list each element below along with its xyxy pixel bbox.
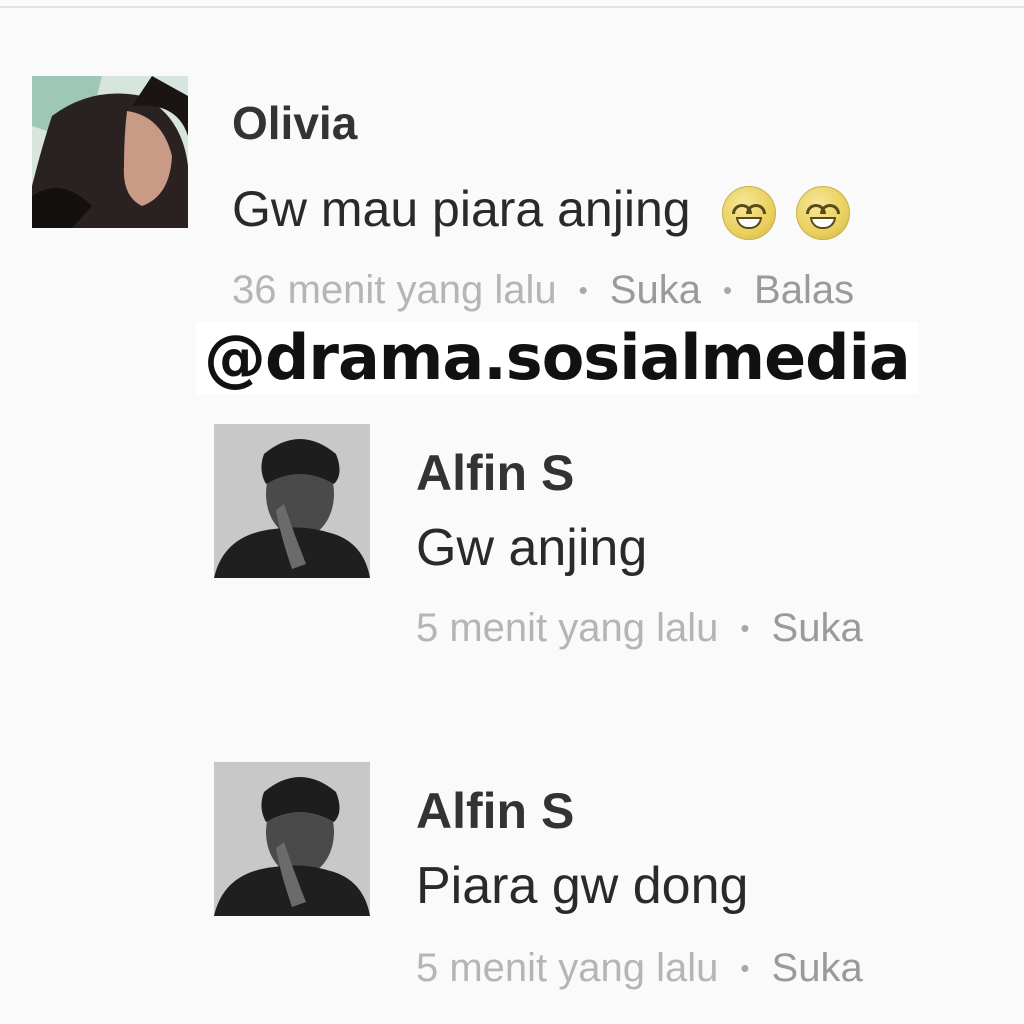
watermark-text: @drama.sosialmedia xyxy=(196,322,918,394)
grinning-smiling-eyes-emoji-icon xyxy=(796,185,851,240)
comment-timestamp: 5 menit yang lalu xyxy=(416,606,719,650)
separator-dot: • xyxy=(578,275,588,305)
comment-author[interactable]: Alfin S xyxy=(416,782,574,840)
comment-author[interactable]: Alfin S xyxy=(416,444,574,502)
avatar[interactable] xyxy=(32,76,188,228)
comment-timestamp: 5 menit yang lalu xyxy=(416,946,719,990)
top-divider xyxy=(0,6,1024,8)
comment-body: Piara gw dong xyxy=(416,857,749,915)
reply-button[interactable]: Balas xyxy=(754,268,854,313)
avatar-photo xyxy=(214,424,370,578)
comment-meta: 5 menit yang lalu • Suka xyxy=(416,946,863,991)
avatar-photo xyxy=(214,762,370,916)
avatar[interactable] xyxy=(214,424,370,578)
comment-meta: 5 menit yang lalu • Suka xyxy=(416,606,863,651)
avatar[interactable] xyxy=(214,762,370,916)
separator-dot: • xyxy=(722,275,733,305)
grinning-smiling-eyes-emoji-icon xyxy=(722,185,777,240)
comment-text: Gw mau piara anjing xyxy=(232,180,851,240)
avatar-photo xyxy=(32,76,188,228)
comment-body: Gw anjing xyxy=(416,519,648,577)
like-button[interactable]: Suka xyxy=(772,606,863,651)
separator-dot: • xyxy=(740,953,750,983)
comment-body: Gw mau piara anjing xyxy=(232,181,691,237)
like-button[interactable]: Suka xyxy=(772,946,863,991)
comment-author[interactable]: Olivia xyxy=(232,96,357,150)
comment-timestamp: 36 menit yang lalu xyxy=(232,268,557,312)
separator-dot: • xyxy=(740,613,750,643)
comment-meta: 36 menit yang lalu • Suka • Balas xyxy=(232,268,854,313)
like-button[interactable]: Suka xyxy=(610,268,701,313)
